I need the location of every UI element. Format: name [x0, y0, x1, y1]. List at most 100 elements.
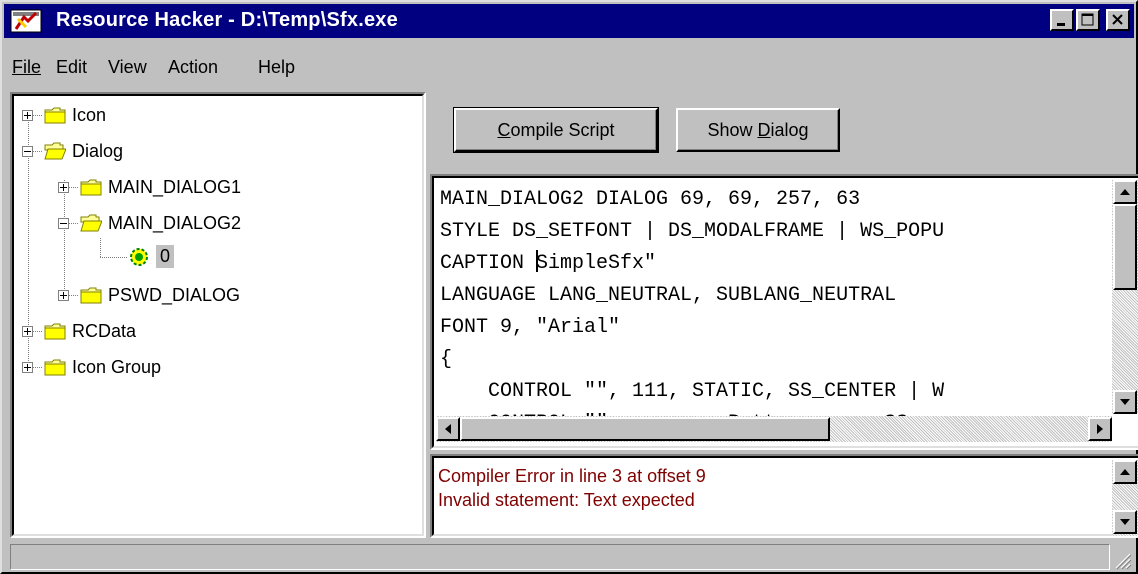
- script-line: STYLE DS_SETFONT | DS_MODALFRAME | WS_PO…: [440, 220, 945, 243]
- script-line-part: SimpleSfx": [536, 252, 657, 275]
- menu-view-label: View: [108, 57, 147, 77]
- tree-item-icon-group[interactable]: Icon Group: [22, 356, 222, 380]
- error-messages: Compiler Error in line 3 at offset 9 Inv…: [438, 464, 706, 512]
- expand-icon[interactable]: [22, 326, 33, 337]
- scroll-thumb[interactable]: [460, 417, 830, 441]
- app-window: Resource Hacker - D:\Temp\Sfx.exe File E…: [0, 0, 1138, 574]
- script-line: CAPTION SimpleSfx": [440, 248, 944, 280]
- status-bar: [8, 542, 1134, 572]
- minimize-button[interactable]: [1050, 9, 1074, 31]
- scroll-down-button[interactable]: [1113, 510, 1137, 534]
- close-button[interactable]: [1106, 9, 1130, 31]
- output-vertical-scrollbar[interactable]: [1112, 460, 1138, 536]
- folder-closed-icon: [44, 323, 66, 340]
- scroll-down-button[interactable]: [1113, 390, 1137, 414]
- expand-icon[interactable]: [22, 362, 33, 373]
- resource-tree[interactable]: Icon Dialog MAIN_DIALOG1 MAIN_DIALOG2 0 …: [10, 92, 426, 538]
- scroll-up-button[interactable]: [1113, 460, 1137, 484]
- arrow-up-icon: [1120, 189, 1130, 195]
- menu-action[interactable]: Action: [168, 57, 218, 78]
- compiler-output[interactable]: Compiler Error in line 3 at offset 9 Inv…: [430, 454, 1138, 538]
- title-bar[interactable]: Resource Hacker - D:\Temp\Sfx.exe: [4, 4, 1134, 38]
- arrow-right-icon: [1097, 424, 1103, 434]
- tree-item-rcdata-label: RCData: [72, 321, 137, 341]
- tree-line: [100, 257, 128, 258]
- tree-line: [33, 367, 43, 368]
- tree-line: [69, 295, 79, 296]
- arrow-left-icon: [445, 424, 451, 434]
- tree-line: [69, 223, 79, 224]
- folder-closed-icon: [44, 107, 66, 124]
- menu-help-label: Help: [258, 57, 296, 77]
- show-dialog-accel: D: [757, 120, 771, 140]
- close-icon: [1112, 14, 1123, 25]
- menu-help[interactable]: Help: [258, 57, 295, 78]
- show-dialog-label-post: ialog: [770, 120, 809, 140]
- script-editor-inner: MAIN_DIALOG2 DIALOG 69, 69, 257, 63 STYLE…: [432, 176, 1138, 448]
- tree-item-pswd-dialog-label: PSWD_DIALOG: [108, 285, 241, 305]
- script-line: {: [440, 348, 453, 371]
- tree-line: [69, 187, 79, 188]
- script-line: LANGUAGE LANG_NEUTRAL, SUBLANG_NEUTRAL: [440, 284, 897, 307]
- script-line: MAIN_DIALOG2 DIALOG 69, 69, 257, 63: [440, 188, 861, 211]
- scroll-up-button[interactable]: [1113, 180, 1137, 204]
- maximize-icon: [1081, 13, 1094, 26]
- tree-item-main-dialog2-label: MAIN_DIALOG2: [108, 213, 242, 233]
- tree-item-main-dialog1[interactable]: MAIN_DIALOG1: [58, 176, 358, 200]
- folder-open-icon: [80, 214, 102, 232]
- tree-line: [33, 331, 43, 332]
- gear-icon: [130, 248, 148, 266]
- tree-line: [33, 115, 43, 116]
- tree-item-icon[interactable]: Icon: [22, 104, 222, 128]
- script-line: CONTROL "", 111, STATIC, SS_CENTER | W: [440, 380, 945, 403]
- show-dialog-label-pre: Show: [707, 120, 758, 140]
- tree-item-rcdata[interactable]: RCData: [22, 320, 222, 344]
- collapse-icon[interactable]: [22, 146, 33, 157]
- folder-open-icon: [44, 142, 66, 160]
- tree-item-language-0[interactable]: 0: [94, 245, 214, 270]
- script-text[interactable]: MAIN_DIALOG2 DIALOG 69, 69, 257, 63 STYLE…: [440, 184, 944, 440]
- expand-icon[interactable]: [58, 290, 69, 301]
- script-line: FONT 9, "Arial": [440, 316, 621, 339]
- menu-view[interactable]: View: [108, 57, 147, 78]
- tree-item-language-0-label: 0: [156, 245, 175, 268]
- compile-script-accel: C: [497, 120, 511, 140]
- resize-grip-icon[interactable]: [1112, 550, 1132, 570]
- tree-item-dialog-label: Dialog: [72, 141, 124, 161]
- minimize-icon: [1057, 23, 1065, 26]
- expand-icon[interactable]: [22, 110, 33, 121]
- tree-item-pswd-dialog[interactable]: PSWD_DIALOG: [58, 284, 358, 308]
- tree-item-icon-group-label: Icon Group: [72, 357, 162, 377]
- menu-file[interactable]: File: [12, 57, 41, 78]
- scroll-thumb[interactable]: [1113, 204, 1137, 290]
- menu-action-label: Action: [168, 57, 219, 77]
- maximize-button[interactable]: [1076, 9, 1100, 31]
- scroll-right-button[interactable]: [1088, 417, 1112, 441]
- tree-item-dialog[interactable]: Dialog: [22, 140, 222, 164]
- folder-closed-icon: [80, 287, 102, 304]
- error-line: Compiler Error in line 3 at offset 9: [438, 466, 706, 486]
- arrow-down-icon: [1120, 399, 1130, 405]
- compile-script-label-post: ompile Script: [510, 120, 615, 140]
- script-vertical-scrollbar[interactable]: [1112, 180, 1138, 414]
- status-field: [10, 544, 1110, 570]
- script-editor[interactable]: MAIN_DIALOG2 DIALOG 69, 69, 257, 63 STYLE…: [430, 174, 1138, 450]
- compile-script-button[interactable]: Compile Script: [453, 107, 659, 153]
- compiler-output-inner: Compiler Error in line 3 at offset 9 Inv…: [432, 456, 1138, 536]
- tree-item-icon-label: Icon: [72, 105, 107, 125]
- collapse-icon[interactable]: [58, 218, 69, 229]
- script-horizontal-scrollbar[interactable]: [436, 416, 1112, 442]
- menu-file-label: File: [12, 57, 42, 77]
- tree-line: [33, 151, 43, 152]
- menu-edit[interactable]: Edit: [56, 57, 87, 78]
- script-line-part: CAPTION: [440, 252, 537, 275]
- resource-hacker-app-icon[interactable]: [10, 9, 42, 33]
- tree-item-main-dialog1-label: MAIN_DIALOG1: [108, 177, 242, 197]
- tree-item-main-dialog2[interactable]: MAIN_DIALOG2: [58, 212, 358, 236]
- folder-closed-icon: [80, 179, 102, 196]
- folder-closed-icon: [44, 359, 66, 376]
- show-dialog-button[interactable]: Show Dialog: [676, 108, 840, 152]
- expand-icon[interactable]: [58, 182, 69, 193]
- scroll-left-button[interactable]: [436, 417, 460, 441]
- window-title: Resource Hacker - D:\Temp\Sfx.exe: [56, 9, 398, 31]
